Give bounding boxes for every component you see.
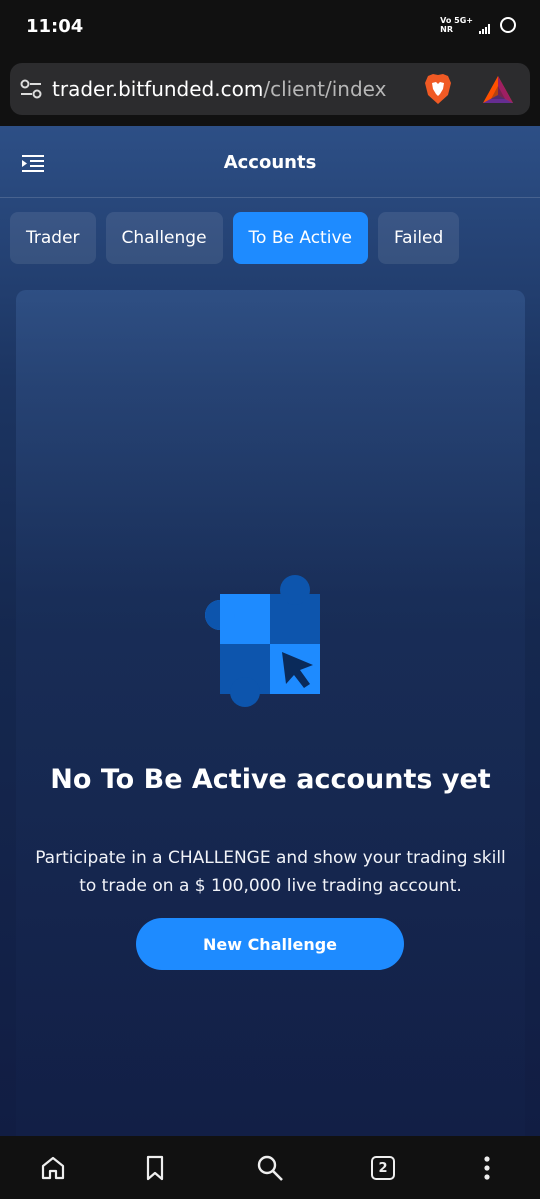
network-type-top: Vo 5G+	[440, 16, 473, 25]
site-settings-icon[interactable]	[20, 79, 42, 99]
app-header: Accounts	[0, 126, 540, 198]
home-button[interactable]	[39, 1154, 67, 1182]
status-time: 11:04	[26, 16, 84, 37]
account-tabs: Trader Challenge To Be Active Failed	[10, 212, 460, 264]
network-indicator: Vo 5G+ NR	[440, 16, 473, 34]
home-icon	[41, 1156, 65, 1180]
browser-toolbar: trader.bitfunded.com/client/index	[0, 56, 540, 126]
tab-to-be-active[interactable]: To Be Active	[232, 212, 368, 264]
url-host: trader.bitfunded.com	[52, 77, 264, 101]
address-bar[interactable]: trader.bitfunded.com/client/index	[10, 63, 530, 115]
search-icon	[257, 1155, 283, 1181]
bookmark-button[interactable]	[141, 1154, 169, 1182]
url-text[interactable]: trader.bitfunded.com/client/index	[52, 77, 386, 101]
empty-state-description: Participate in a CHALLENGE and show your…	[35, 848, 506, 896]
tab-challenge[interactable]: Challenge	[105, 212, 223, 264]
signal-icon	[479, 24, 490, 34]
tab-trader[interactable]: Trader	[10, 212, 96, 264]
browser-bottom-nav: 2	[0, 1136, 540, 1199]
page-title: Accounts	[223, 152, 317, 173]
status-indicators: Vo 5G+ NR	[440, 16, 516, 34]
more-button[interactable]	[473, 1154, 501, 1182]
empty-state-card: No To Be Active accounts yet Participate…	[16, 290, 525, 1150]
bookmark-icon	[146, 1155, 164, 1181]
empty-accounts-illustration-icon	[205, 575, 320, 707]
tabs-icon: 2	[371, 1156, 395, 1180]
app-content: Accounts Trader Challenge To Be Active F…	[0, 126, 540, 1150]
brave-shield-icon[interactable]	[424, 73, 452, 105]
more-vert-icon	[484, 1156, 490, 1180]
tab-failed[interactable]: Failed	[377, 212, 460, 264]
status-bar: 11:04 Vo 5G+ NR	[0, 0, 540, 56]
network-type-bottom: NR	[440, 25, 453, 34]
search-button[interactable]	[256, 1154, 284, 1182]
url-path: /client/index	[263, 77, 387, 101]
new-challenge-button[interactable]: New Challenge	[136, 918, 404, 970]
empty-state-title: No To Be Active accounts yet	[50, 764, 491, 795]
tabs-button[interactable]: 2	[369, 1154, 397, 1182]
bat-rewards-icon[interactable]	[482, 75, 514, 105]
do-not-disturb-icon	[500, 17, 516, 33]
